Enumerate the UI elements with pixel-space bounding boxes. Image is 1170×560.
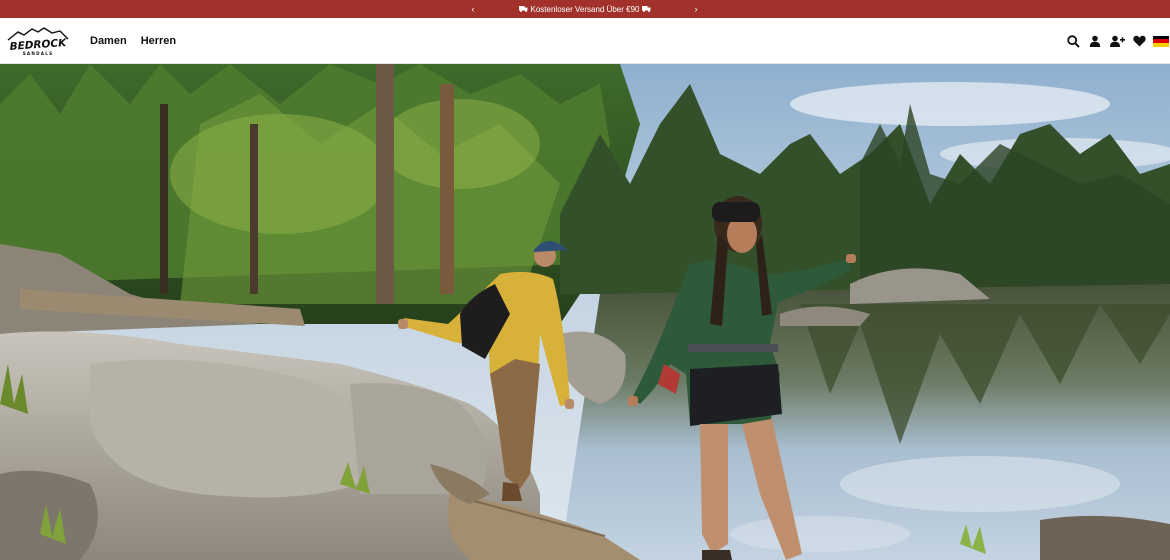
logo-tagline-text: SANDALS xyxy=(23,51,54,56)
main-nav: Damen Herren xyxy=(90,18,176,64)
site-header: BEDROCK SANDALS Damen Herren xyxy=(0,18,1170,64)
germany-flag-icon[interactable] xyxy=(1153,35,1169,47)
chevron-right-icon[interactable]: › xyxy=(688,0,704,18)
header-tools xyxy=(1062,18,1170,64)
chevron-left-icon[interactable]: ‹ xyxy=(465,0,481,18)
heart-icon[interactable] xyxy=(1128,30,1150,52)
nav-item-herren[interactable]: Herren xyxy=(141,35,176,47)
account-icon[interactable] xyxy=(1084,30,1106,52)
brand-logo[interactable]: BEDROCK SANDALS xyxy=(4,26,72,56)
add-user-icon[interactable] xyxy=(1106,30,1128,52)
truck-icon xyxy=(518,6,528,12)
nav-item-damen[interactable]: Damen xyxy=(90,35,127,47)
hero-image[interactable] xyxy=(0,64,1170,560)
announcement-message-wrap: Kostenloser Versand Über €90 xyxy=(518,5,652,14)
search-icon[interactable] xyxy=(1062,30,1084,52)
announcement-text[interactable]: Kostenloser Versand Über €90 xyxy=(531,5,640,14)
truck-icon xyxy=(642,6,651,12)
announcement-bar: ‹ Kostenloser Versand Über €90 › xyxy=(0,0,1170,18)
